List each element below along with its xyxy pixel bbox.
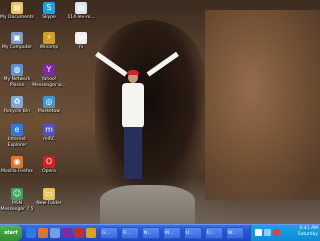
desktop-icon[interactable]: ▭ New Folder xyxy=(32,188,66,207)
desktop-icon-label: Marketow xyxy=(38,109,60,114)
desktop-icon-label: Opera xyxy=(42,169,56,174)
taskbar-button[interactable]: U... xyxy=(205,227,223,239)
taskbar-button[interactable]: R... xyxy=(121,227,139,239)
desktop-icon[interactable]: ♻ Recycle Bin xyxy=(0,96,34,115)
computer-icon: ▣ xyxy=(11,32,23,44)
antivirus-icon[interactable] xyxy=(273,229,280,236)
msn-messenger-icon: ☺ xyxy=(11,188,23,200)
system-tray: 6:41 AM Saturday xyxy=(250,225,320,241)
desktop-icon-label: Recycle Bin xyxy=(4,109,30,114)
rock-boulder xyxy=(100,185,195,224)
desktop-icon-label: Mozilla Firefox xyxy=(1,169,33,174)
desktop-icon[interactable]: O Opera xyxy=(32,156,66,175)
taskbar-button[interactable]: N... xyxy=(142,227,160,239)
mirc-icon: m xyxy=(43,124,55,136)
start-button[interactable]: start xyxy=(0,225,22,241)
cave-rock-wall xyxy=(205,10,320,200)
recycle-bin-icon: ♻ xyxy=(11,96,23,108)
firefox-icon[interactable] xyxy=(38,228,48,238)
taskbar-button-label: R... xyxy=(123,231,131,236)
taskbar: start G... R... N... M... U... U... W... 6:41 … xyxy=(0,224,320,241)
desktop-icon-label: My Network Places xyxy=(3,77,31,88)
clock-day: Saturday xyxy=(297,232,318,237)
clock[interactable]: 6:41 AM Saturday xyxy=(298,226,318,238)
taskbar-button-label: U... xyxy=(186,231,194,236)
desktop-icon-label: MSN Messenger 7.5 xyxy=(0,201,34,212)
taskbar-button-label: W... xyxy=(228,231,237,236)
firefox-icon: ◉ xyxy=(11,156,23,168)
desktop-icon[interactable]: ◉ Mozilla Firefox xyxy=(0,156,34,175)
taskbar-button-label: N... xyxy=(144,231,152,236)
opera-icon: O xyxy=(43,156,55,168)
messenger-icon[interactable] xyxy=(86,228,96,238)
show-desktop-icon[interactable] xyxy=(50,228,60,238)
desktop-icon-label: My Computer xyxy=(1,45,33,50)
desktop-icon-label: 114-lev-ro... xyxy=(67,15,95,20)
desktop-icon-label: hi xyxy=(78,45,84,50)
taskbar-button-label: G... xyxy=(102,231,110,236)
desktop-icon[interactable]: ▤ My Documents xyxy=(0,2,34,21)
desktop-icon[interactable]: e Internet Explorer xyxy=(0,124,34,149)
folder-documents-icon: ▤ xyxy=(11,2,23,14)
desktop-icon-label: Yahoo! Messenger w... xyxy=(32,77,66,88)
mozilla-icon[interactable] xyxy=(74,228,84,238)
desktop-icon[interactable]: ▤ 114-lev-ro... xyxy=(64,2,98,21)
document-icon: ▤ xyxy=(75,2,87,14)
desktop-icon[interactable]: ☺ MSN Messenger 7.5 xyxy=(0,188,34,213)
desktop-icon[interactable]: ◍ My Network Places xyxy=(0,64,34,89)
desktop-icon[interactable]: S Skype xyxy=(32,2,66,21)
taskbar-button[interactable]: U... xyxy=(184,227,202,239)
new-folder-icon: ▭ xyxy=(43,188,55,200)
skype-icon: S xyxy=(43,2,55,14)
taskbar-button[interactable]: M... xyxy=(163,227,181,239)
network-places-icon: ◍ xyxy=(11,64,23,76)
taskbar-button[interactable]: W... xyxy=(226,227,244,239)
text-file-icon: ≡ xyxy=(75,32,87,44)
internet-explorer-icon: e xyxy=(11,124,23,136)
yahoo-messenger-icon[interactable] xyxy=(62,228,72,238)
taskbar-button-label: M... xyxy=(165,231,174,236)
desktop-icon-label: mIRC xyxy=(43,137,55,142)
desktop-icon-label: Internet Explorer xyxy=(7,137,27,148)
person-in-cave xyxy=(90,51,190,190)
taskbar-button-label: U... xyxy=(207,231,215,236)
desktop-icon-label: New Folder xyxy=(36,201,62,206)
desktop-icon[interactable]: ⚡ Winamp xyxy=(32,32,66,51)
volume-icon[interactable] xyxy=(255,229,262,236)
desktop-icon[interactable]: ≡ hi xyxy=(64,32,98,51)
desktop-icon-label: My Documents xyxy=(0,15,34,20)
marketow-icon: ◎ xyxy=(43,96,55,108)
internet-explorer-icon[interactable] xyxy=(26,228,36,238)
desktop-icon-label: Winamp xyxy=(39,45,59,50)
network-icon[interactable] xyxy=(264,229,271,236)
desktop-icon[interactable]: Y Yahoo! Messenger w... xyxy=(32,64,66,89)
taskbar-button[interactable]: G... xyxy=(100,227,118,239)
winamp-icon: ⚡ xyxy=(43,32,55,44)
desktop-icon[interactable]: ◎ Marketow xyxy=(32,96,66,115)
desktop-icon[interactable]: ▣ My Computer xyxy=(0,32,34,51)
desktop-icon[interactable]: m mIRC xyxy=(32,124,66,143)
yahoo-messenger-icon: Y xyxy=(43,64,55,76)
desktop-icon-label: Skype xyxy=(42,15,56,20)
